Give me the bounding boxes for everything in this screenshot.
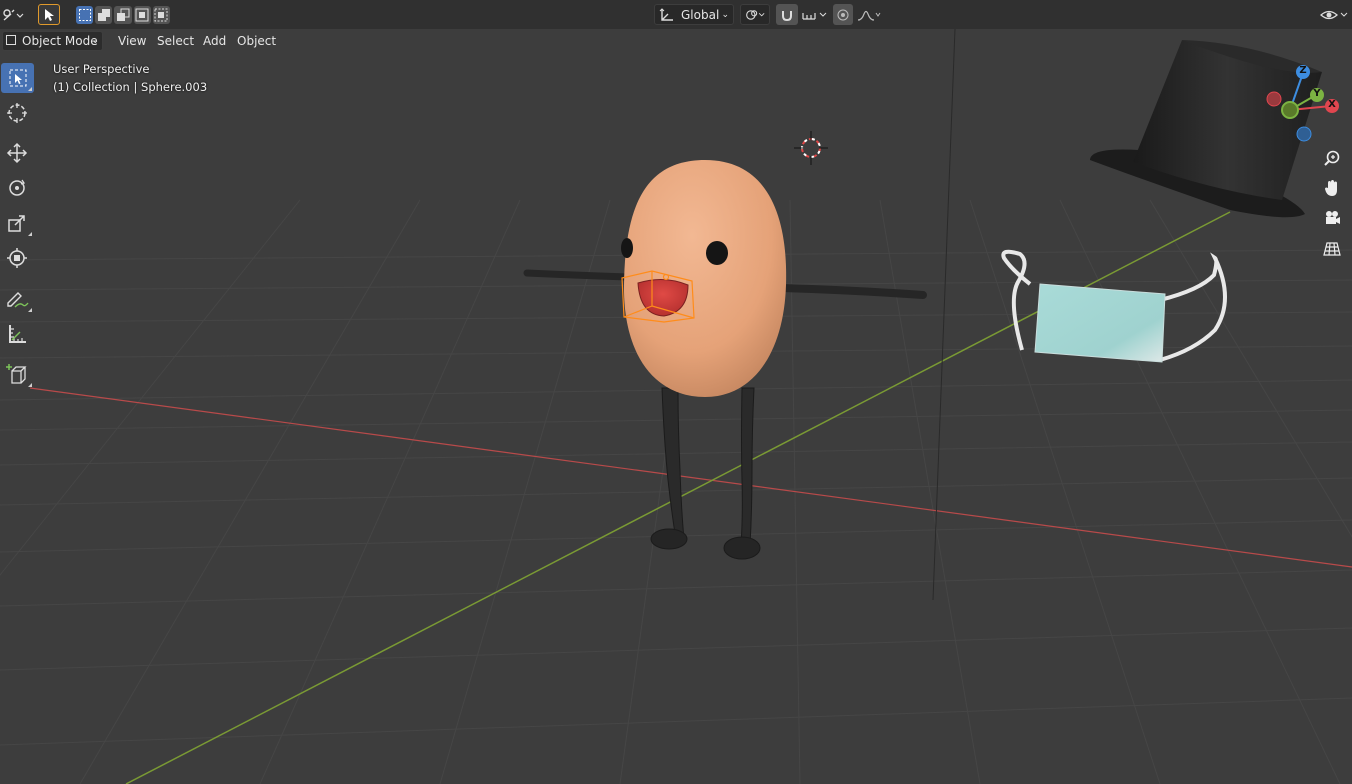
hand-icon xyxy=(1325,180,1337,196)
pivot-point-icon xyxy=(746,9,765,20)
tool-select-box[interactable] xyxy=(1,63,34,93)
mode-label: Object Mode xyxy=(22,34,98,48)
menu-add[interactable]: Add xyxy=(198,32,231,50)
select-extend-icon[interactable] xyxy=(95,5,113,24)
menu-view[interactable]: View xyxy=(113,32,151,50)
x-axis-line xyxy=(29,387,1352,568)
scale-icon xyxy=(8,215,25,232)
menu-select[interactable]: Select xyxy=(152,32,199,50)
snap-target-dropdown[interactable] xyxy=(799,4,829,25)
measure-ruler-icon xyxy=(9,325,26,343)
tool-variants-indicator xyxy=(28,383,32,387)
scene-canvas[interactable] xyxy=(0,0,1352,784)
select-box-icon xyxy=(9,69,26,87)
editor-type-icon xyxy=(3,8,24,21)
camera-icon xyxy=(1326,211,1340,224)
menu-object[interactable]: Object xyxy=(232,32,281,50)
viewport-header: Global ⌄ xyxy=(0,0,1352,29)
cursor-arrow-icon xyxy=(45,8,54,21)
proportional-edit-toggle[interactable] xyxy=(833,4,853,25)
select-new-icon[interactable] xyxy=(76,5,94,24)
pivot-point-dropdown[interactable] xyxy=(740,4,770,25)
transform-orientation-dropdown[interactable]: Global ⌄ xyxy=(654,4,734,25)
proportional-edit-icon xyxy=(837,9,849,20)
character-eye-right xyxy=(706,241,728,265)
tool-scale[interactable] xyxy=(0,208,34,238)
tool-add-cube[interactable] xyxy=(0,359,34,389)
zoom-magnifier-icon xyxy=(1324,150,1340,166)
magnet-icon xyxy=(782,10,792,21)
tool-rotate[interactable] xyxy=(0,173,34,203)
chevron-down-icon: ⌄ xyxy=(721,9,729,20)
pan-view-button[interactable] xyxy=(1319,175,1345,201)
tweak-select-button[interactable] xyxy=(38,4,60,25)
character-eye-left xyxy=(621,238,633,258)
camera-view-button[interactable] xyxy=(1319,205,1345,231)
orientation-axes-icon xyxy=(659,7,673,21)
eye-icon xyxy=(1320,10,1348,19)
editor-type-button[interactable] xyxy=(0,4,26,25)
top-hat-object xyxy=(1090,40,1322,218)
snap-toggle-button[interactable] xyxy=(776,4,798,25)
tool-variants-indicator xyxy=(28,87,32,91)
transform-icon xyxy=(7,248,27,268)
toggle-perspective-button[interactable] xyxy=(1319,236,1345,262)
tool-move[interactable] xyxy=(0,138,34,168)
transform-orientation-label: Global xyxy=(681,7,720,22)
rotate-icon xyxy=(9,179,26,196)
mode-icon xyxy=(6,35,16,45)
tool-variants-indicator xyxy=(28,232,32,236)
snap-increment-icon xyxy=(802,12,827,20)
move-arrows-icon xyxy=(6,142,28,164)
character-legs xyxy=(650,387,761,560)
3d-cursor-icon xyxy=(7,103,27,123)
falloff-curve-icon xyxy=(857,10,881,21)
zoom-view-button[interactable] xyxy=(1319,145,1345,171)
gizmo-y-label[interactable]: Y xyxy=(1312,88,1322,99)
mode-selector[interactable]: Object Mode ⌄ xyxy=(2,31,103,51)
tool-transform[interactable] xyxy=(0,243,34,273)
3d-cursor xyxy=(794,131,828,165)
tool-cursor[interactable] xyxy=(0,98,34,128)
chevron-down-icon: ⌄ xyxy=(91,36,99,46)
falloff-dropdown[interactable] xyxy=(854,4,884,25)
tool-variants-indicator xyxy=(28,308,32,312)
collection-info-label: (1) Collection | Sphere.003 xyxy=(53,80,208,94)
select-intersect-icon[interactable] xyxy=(152,5,171,24)
gizmo-z-label[interactable]: Z xyxy=(1298,65,1308,76)
face-mask-object xyxy=(1001,249,1227,363)
visibility-dropdown[interactable] xyxy=(1318,4,1350,25)
character-body xyxy=(623,160,787,397)
view-name-label: User Perspective xyxy=(53,62,150,76)
annotate-pencil-icon xyxy=(7,292,29,308)
gizmo-x-label[interactable]: X xyxy=(1327,99,1337,110)
selection-mode-group xyxy=(74,4,171,25)
tool-measure[interactable] xyxy=(0,319,34,349)
tool-annotate[interactable] xyxy=(0,284,34,314)
select-invert-icon[interactable] xyxy=(133,5,151,24)
grid-perspective-icon xyxy=(1323,242,1341,256)
3d-viewport[interactable]: Z Y X xyxy=(0,0,1352,784)
add-cube-icon xyxy=(6,364,27,384)
select-subtract-icon[interactable] xyxy=(114,5,132,24)
viewport-menu-row: Object Mode ⌄ View Select Add Object xyxy=(0,29,600,51)
